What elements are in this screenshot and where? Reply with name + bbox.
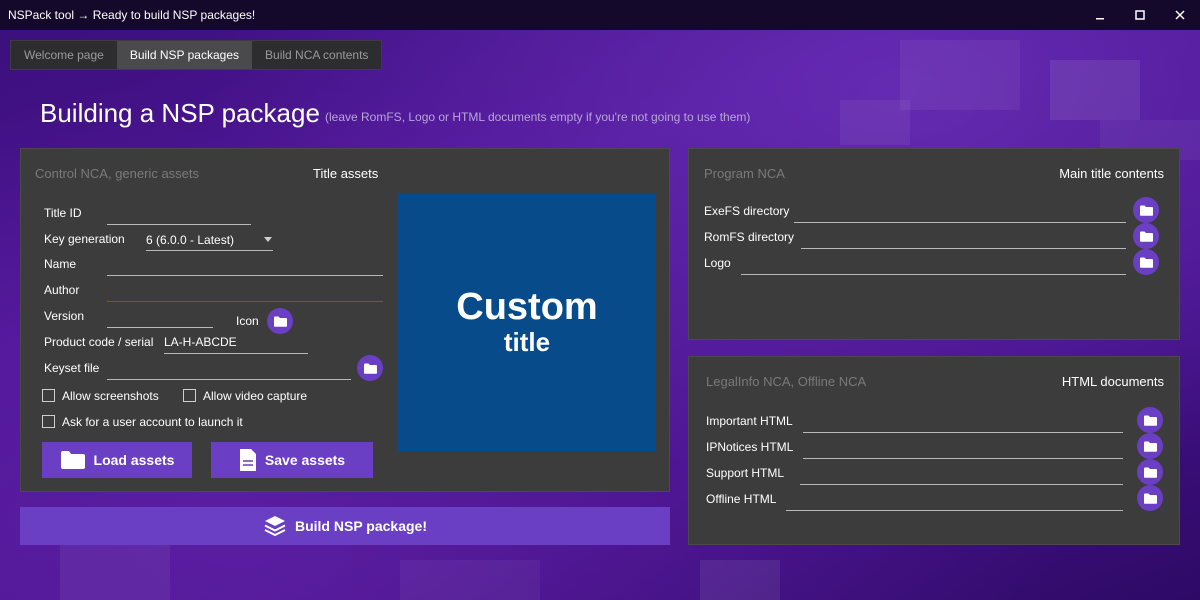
romfs-browse-button[interactable] xyxy=(1133,223,1159,249)
background-tile xyxy=(900,40,1020,110)
folder-icon xyxy=(1143,415,1157,426)
important-html-input[interactable] xyxy=(803,432,1123,433)
maximize-icon xyxy=(1135,10,1145,20)
preview-text-title: title xyxy=(503,327,551,357)
tab-build-nca-contents[interactable]: Build NCA contents xyxy=(252,41,381,69)
folder-icon xyxy=(273,316,287,327)
panel-title-legalinfo-nca: LegalInfo NCA, Offline NCA xyxy=(706,374,867,389)
allow-screenshots-checkbox[interactable] xyxy=(42,389,55,402)
tab-welcome-page[interactable]: Welcome page xyxy=(11,41,117,69)
folder-icon xyxy=(1139,205,1153,216)
ask-user-account-checkbox[interactable] xyxy=(42,415,55,428)
exefs-directory-input[interactable] xyxy=(794,222,1126,223)
minimize-button[interactable] xyxy=(1080,0,1120,30)
ipnotices-html-label: IPNotices HTML xyxy=(706,440,794,454)
load-assets-label: Load assets xyxy=(93,452,175,468)
keyset-browse-button[interactable] xyxy=(357,355,383,381)
key-generation-underline xyxy=(146,250,273,251)
allow-screenshots-label: Allow screenshots xyxy=(62,389,159,403)
window-title: NSPack tool → Ready to build NSP package… xyxy=(8,8,256,22)
stack-layers-icon xyxy=(264,516,286,537)
preview-text-custom: Custom xyxy=(456,286,598,328)
name-input[interactable] xyxy=(107,275,383,276)
exefs-browse-button[interactable] xyxy=(1133,197,1159,223)
folder-icon xyxy=(1143,467,1157,478)
logo-label: Logo xyxy=(704,256,731,270)
allow-video-capture-checkbox[interactable] xyxy=(183,389,196,402)
save-assets-button[interactable]: Save assets xyxy=(211,442,373,478)
romfs-directory-label: RomFS directory xyxy=(704,230,795,244)
background-tile xyxy=(60,545,170,600)
support-html-input[interactable] xyxy=(800,484,1123,485)
product-code-input[interactable]: LA-H-ABCDE xyxy=(164,335,237,349)
offline-html-input[interactable] xyxy=(786,510,1123,511)
ipnotices-html-input[interactable] xyxy=(803,458,1123,459)
save-assets-label: Save assets xyxy=(264,452,346,468)
program-nca-panel: Program NCA Main title contents ExeFS di… xyxy=(688,148,1180,340)
folder-icon xyxy=(363,363,377,374)
close-button[interactable] xyxy=(1160,0,1200,30)
folder-icon xyxy=(1143,493,1157,504)
build-nsp-button[interactable]: Build NSP package! xyxy=(20,507,670,545)
file-document-icon xyxy=(239,449,256,471)
product-code-underline xyxy=(164,353,308,354)
page-subtitle: (leave RomFS, Logo or HTML documents emp… xyxy=(325,110,751,124)
background-tile xyxy=(400,560,540,600)
logo-input[interactable] xyxy=(741,274,1126,275)
panel-title-program-nca: Program NCA xyxy=(704,166,785,181)
panel-title-title-assets: Title assets xyxy=(313,166,379,181)
window-titlebar: NSPack tool → Ready to build NSP package… xyxy=(0,0,1200,30)
load-assets-button[interactable]: Load assets xyxy=(42,442,192,478)
author-label: Author xyxy=(44,283,80,297)
key-generation-label: Key generation xyxy=(44,232,125,246)
title-icon-preview: Custom title xyxy=(398,193,656,451)
version-label: Version xyxy=(44,309,85,323)
background-tile xyxy=(1050,60,1140,120)
minimize-icon xyxy=(1096,18,1104,20)
tab-bar: Welcome page Build NSP packages Build NC… xyxy=(10,40,383,70)
maximize-button[interactable] xyxy=(1120,0,1160,30)
folder-icon xyxy=(1139,257,1153,268)
folder-open-icon xyxy=(60,451,85,469)
page-title: Building a NSP package xyxy=(40,98,320,128)
important-html-browse-button[interactable] xyxy=(1137,407,1163,433)
allow-video-capture-label: Allow video capture xyxy=(203,389,308,403)
panel-title-main-title-contents: Main title contents xyxy=(1059,166,1164,181)
keyset-file-input[interactable] xyxy=(107,379,351,380)
close-icon xyxy=(1175,10,1185,20)
keyset-file-label: Keyset file xyxy=(44,361,100,375)
folder-icon xyxy=(1143,441,1157,452)
title-id-input[interactable] xyxy=(107,224,251,225)
background-tile xyxy=(700,560,780,600)
support-html-label: Support HTML xyxy=(706,466,785,480)
icon-browse-button[interactable] xyxy=(267,308,293,334)
author-input[interactable] xyxy=(107,301,383,302)
background-tile xyxy=(840,100,910,145)
title-id-label: Title ID xyxy=(44,206,82,220)
tab-build-nsp-packages[interactable]: Build NSP packages xyxy=(116,41,253,69)
panel-title-control-nca: Control NCA, generic assets xyxy=(35,166,200,181)
support-html-browse-button[interactable] xyxy=(1137,459,1163,485)
ipnotices-html-browse-button[interactable] xyxy=(1137,433,1163,459)
panel-title-html-documents: HTML documents xyxy=(1061,374,1164,389)
chevron-down-icon[interactable] xyxy=(264,237,272,242)
product-code-label: Product code / serial xyxy=(44,335,154,349)
html-documents-panel: LegalInfo NCA, Offline NCA HTML document… xyxy=(688,356,1180,545)
window-controls xyxy=(1080,0,1200,30)
control-nca-panel: Control NCA, generic assets Title assets… xyxy=(20,148,670,492)
offline-html-label: Offline HTML xyxy=(706,492,777,506)
version-input[interactable] xyxy=(107,327,213,328)
important-html-label: Important HTML xyxy=(706,414,793,428)
build-nsp-label: Build NSP package! xyxy=(294,518,427,534)
folder-icon xyxy=(1139,231,1153,242)
exefs-directory-label: ExeFS directory xyxy=(704,204,790,218)
offline-html-browse-button[interactable] xyxy=(1137,485,1163,511)
romfs-directory-input[interactable] xyxy=(801,248,1126,249)
icon-label: Icon xyxy=(236,314,259,328)
ask-user-account-label: Ask for a user account to launch it xyxy=(62,415,243,429)
logo-browse-button[interactable] xyxy=(1133,249,1159,275)
key-generation-select[interactable]: 6 (6.0.0 - Latest) xyxy=(146,233,234,247)
name-label: Name xyxy=(44,257,77,271)
